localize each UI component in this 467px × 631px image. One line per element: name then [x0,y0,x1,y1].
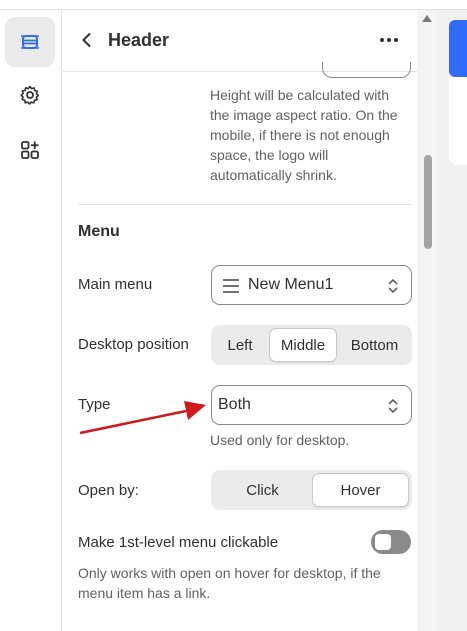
logo-height-help: Height will be calculated with the image… [210,87,398,183]
scroll-thumb[interactable] [424,155,432,249]
type-label: Type [78,396,111,413]
clickable-help: Only works with open on hover for deskto… [78,565,381,601]
type-value: Both [218,396,251,413]
desktop-position-label: Desktop position [78,336,189,353]
panel-title: Header [108,30,170,50]
back-chevron-icon[interactable] [77,30,97,50]
logo-height-field[interactable] [322,62,411,78]
main-menu-label: Main menu [78,276,153,293]
clickable-label: Make 1st-level menu clickable [78,534,279,551]
clickable-toggle[interactable] [371,530,411,554]
sections-button[interactable] [5,17,55,67]
preview-header-card [449,20,467,77]
more-icon[interactable] [377,30,401,50]
side-rail [0,10,62,631]
preview-content-card [449,77,467,165]
desktop-position-segmented: Left Middle Bottom [211,325,412,365]
position-left-option[interactable]: Left [214,328,266,362]
sections-icon [21,35,39,49]
open-by-hover-option[interactable]: Hover [312,473,409,507]
add-apps-icon [21,141,39,159]
main-menu-value: New Menu1 [248,276,334,293]
panel-scrollbar[interactable] [417,10,437,631]
select-chevron-icon [388,279,398,293]
add-apps-button[interactable] [5,125,55,175]
open-by-segmented: Click Hover [211,470,412,510]
position-bottom-option[interactable]: Bottom [340,328,409,362]
open-by-click-option[interactable]: Click [214,473,311,507]
settings-panel: Header Height will be calculated with th… [63,10,437,631]
top-border [0,0,467,10]
position-middle-option[interactable]: Middle [269,328,337,362]
menu-section-title: Menu [78,223,120,240]
main-menu-select[interactable]: New Menu1 [211,265,412,305]
open-by-label: Open by: [78,482,139,499]
settings-button[interactable] [5,70,55,120]
section-divider [78,204,411,205]
select-chevron-icon [388,399,398,413]
type-help: Used only for desktop. [210,432,350,448]
gear-icon [20,85,40,105]
scroll-up-arrow-icon[interactable] [422,14,432,22]
type-select[interactable]: Both [211,385,412,425]
toggle-knob [375,534,391,550]
menu-lines-icon [223,279,239,293]
